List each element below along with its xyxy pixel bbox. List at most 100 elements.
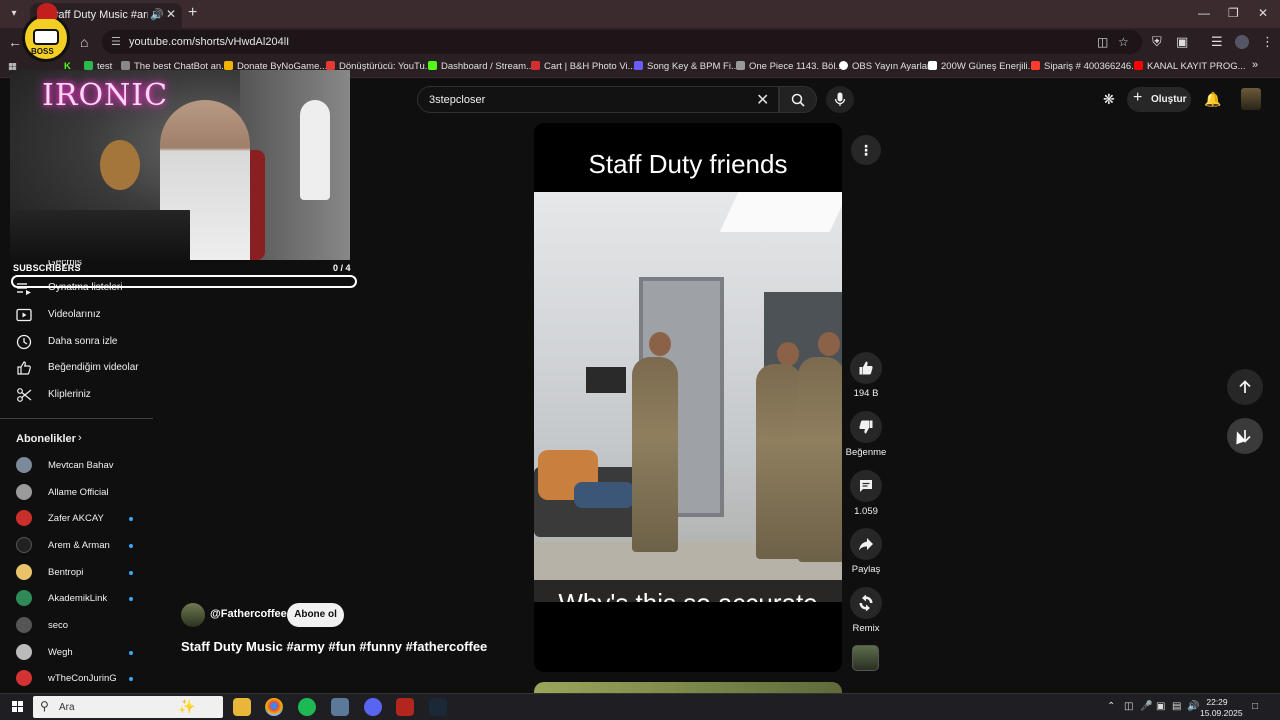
more-options-button[interactable]: ⋮ <box>851 135 881 165</box>
channel-avatar <box>16 617 32 633</box>
subscription-channel[interactable]: Bentropi <box>16 563 136 581</box>
comments-button-circle[interactable] <box>850 470 882 502</box>
video-title-overlay: Staff Duty friends <box>588 149 788 179</box>
shield-icon[interactable]: ⛨ <box>1152 34 1162 50</box>
app-icon[interactable] <box>331 698 349 716</box>
minimize-icon[interactable]: — <box>1198 6 1210 20</box>
bookmark-star-icon[interactable]: ☆ <box>1118 35 1129 49</box>
profile-avatar[interactable] <box>1235 35 1249 49</box>
install-app-icon[interactable]: ◫ <box>1097 35 1108 49</box>
close-window-icon[interactable]: ✕ <box>1258 6 1268 20</box>
remix-button-circle[interactable] <box>850 587 882 619</box>
steam-icon[interactable] <box>429 698 447 716</box>
subscription-channel[interactable]: Wegh <box>16 643 136 661</box>
subscription-channel[interactable]: seco <box>16 616 136 634</box>
subscriptions-heading[interactable]: Abonelikler <box>16 433 76 445</box>
restore-icon[interactable]: ❐ <box>1228 6 1239 20</box>
tab-search-button[interactable]: ▾ <box>6 6 22 22</box>
bookmark-item[interactable]: 200W Güneş Enerjili... <box>928 61 1036 72</box>
share-button[interactable]: Paylaş <box>849 528 883 575</box>
ceiling-light <box>719 192 842 232</box>
back-icon[interactable]: ← <box>8 34 22 50</box>
comment-count: 1.059 <box>854 506 878 517</box>
network-icon[interactable]: ▤ <box>1172 701 1181 712</box>
remix-button[interactable]: Remix <box>849 587 883 634</box>
bookmark-item[interactable]: One Piece 1143. Böl... <box>736 61 843 72</box>
voice-search-button[interactable] <box>826 86 854 113</box>
spotify-icon[interactable] <box>298 698 316 716</box>
channel-avatar[interactable] <box>181 603 205 627</box>
subscription-channel[interactable]: Arem & Arman <box>16 536 136 554</box>
tray-overflow-icon[interactable]: ⌃ <box>1107 701 1115 712</box>
new-tab-button[interactable]: + <box>188 5 197 21</box>
bookmark-item[interactable]: Sipariş # 400366246... <box>1031 61 1139 72</box>
file-explorer-icon[interactable] <box>233 698 251 716</box>
volume-icon[interactable]: 🔊 <box>1187 701 1199 712</box>
comments-button[interactable]: 1.059 <box>849 470 883 517</box>
discord-icon[interactable] <box>364 698 382 716</box>
dislike-button[interactable]: Beğenme <box>846 411 886 458</box>
notifications-icon[interactable]: □ <box>1252 701 1258 712</box>
chevron-right-icon[interactable]: › <box>78 432 82 444</box>
voicemeeter-icon[interactable] <box>396 698 414 716</box>
comment-icon <box>860 480 872 492</box>
system-clock[interactable]: 22:29 15.09.2025 <box>1200 697 1243 719</box>
subscription-channel[interactable]: AkademikLink <box>16 589 136 607</box>
tray-device-icon[interactable]: ▣ <box>1156 701 1165 712</box>
sidebar-item-watch-later[interactable]: Daha sonra izle <box>16 332 156 352</box>
create-button[interactable]: + Oluştur <box>1127 87 1191 112</box>
subscription-channel[interactable]: Zafer AKCAY <box>16 509 136 527</box>
share-button-circle[interactable] <box>850 528 882 560</box>
media-controls-icon[interactable]: ☰ <box>1211 34 1223 50</box>
address-bar[interactable]: ☰ youtube.com/shorts/vHwdAl204lI ◫ ☆ <box>102 30 1142 54</box>
soldier <box>798 357 842 562</box>
bookmark-item[interactable]: Cart | B&H Photo Vi... <box>531 61 636 72</box>
seated-man-legs <box>574 482 634 508</box>
search-input[interactable]: 3stepcloser ✕ <box>417 86 779 113</box>
clock-time: 22:29 <box>1206 697 1228 707</box>
sidebar-item-clips[interactable]: Klipleriniz <box>16 385 156 405</box>
bookmark-item[interactable]: Dashboard / Stream... <box>428 61 534 72</box>
tray-mic-icon[interactable]: 🎤 <box>1140 701 1152 712</box>
sidebar-item-your-videos[interactable]: Videolarınız <box>16 305 156 325</box>
subscription-channel[interactable]: wTheConJurinG <box>16 669 136 687</box>
bookmark-item[interactable]: OBS Yayın Ayarları <box>839 61 933 72</box>
bookmark-item[interactable]: Song Key & BPM Fi... <box>634 61 739 72</box>
subscription-channel[interactable]: Allame Official <box>16 483 136 501</box>
bookmarks-overflow-button[interactable]: » <box>1252 59 1258 71</box>
shorts-video-player[interactable]: Staff Duty friends Why's this so accurat… <box>534 123 842 672</box>
new-content-dot <box>129 597 133 601</box>
subscription-channel[interactable]: Mevtcan Bahav <box>16 456 136 474</box>
clear-search-icon[interactable]: ✕ <box>756 90 769 110</box>
extensions-icon[interactable]: ▣ <box>1176 34 1188 50</box>
search-button[interactable] <box>779 86 817 113</box>
create-label: Oluştur <box>1151 94 1187 105</box>
windows-start-icon[interactable] <box>12 701 24 713</box>
home-icon[interactable]: ⌂ <box>80 34 88 50</box>
bell-icon[interactable]: 🔔 <box>1204 91 1221 108</box>
dislike-button-circle[interactable] <box>850 411 882 443</box>
bookmark-label: One Piece 1143. Böl... <box>749 61 844 72</box>
chrome-icon[interactable] <box>265 698 283 716</box>
sidebar-item-liked-videos[interactable]: Beğendiğim videolar <box>16 358 156 378</box>
tray-app-icon[interactable]: ◫ <box>1124 701 1133 712</box>
sound-thumbnail[interactable] <box>852 645 879 671</box>
like-button[interactable]: 194 B <box>849 352 883 399</box>
webcam-overlay: IRONIC <box>10 70 350 260</box>
channel-name: Arem & Arman <box>48 540 110 551</box>
sparkle-icon[interactable]: ❋ <box>1103 91 1115 108</box>
channel-avatar <box>16 510 32 526</box>
kick-icon <box>84 61 93 70</box>
bookmark-item[interactable]: KANAL KAYIT PROG... <box>1134 61 1246 72</box>
channel-handle[interactable]: @Fathercoffee <box>210 608 287 620</box>
subscribe-button[interactable]: Abone ol <box>287 603 344 627</box>
taskbar-search-box[interactable]: ⚲ Ara ✨ <box>33 696 223 718</box>
account-avatar[interactable] <box>1241 88 1261 110</box>
site-info-icon[interactable]: ☰ <box>111 35 121 48</box>
close-tab-icon[interactable]: ✕ <box>166 7 176 21</box>
like-button-circle[interactable] <box>850 352 882 384</box>
kebab-menu-icon[interactable]: ⋮ <box>1261 34 1274 50</box>
speaker-icon[interactable]: 🔊 <box>150 8 164 21</box>
clock-date: 15.09.2025 <box>1200 708 1243 718</box>
previous-short-button[interactable] <box>1227 369 1263 405</box>
